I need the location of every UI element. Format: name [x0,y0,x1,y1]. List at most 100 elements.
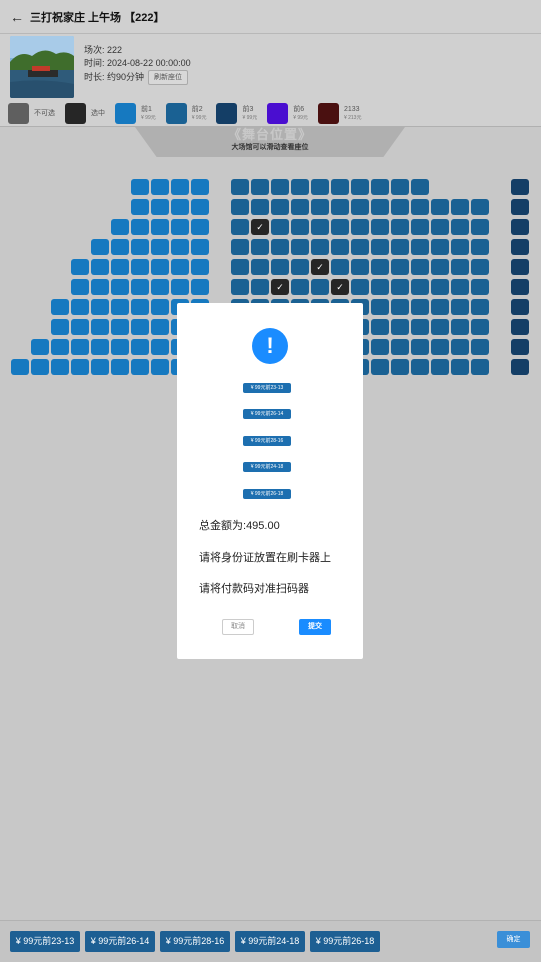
seat[interactable] [91,299,109,315]
seat[interactable] [171,239,189,255]
seat[interactable] [351,239,369,255]
seat[interactable] [391,299,409,315]
seat[interactable] [291,259,309,275]
seat[interactable] [71,299,89,315]
seat[interactable] [371,219,389,235]
seat[interactable] [451,299,469,315]
seat[interactable] [371,359,389,375]
seat[interactable] [51,339,69,355]
seat[interactable] [11,359,29,375]
seat[interactable] [471,259,489,275]
seat[interactable] [291,239,309,255]
seat[interactable] [171,199,189,215]
seat[interactable] [431,279,449,295]
seat[interactable] [151,299,169,315]
seat[interactable] [91,279,109,295]
seat[interactable] [151,279,169,295]
seat[interactable]: ✓ [251,219,269,235]
seat[interactable] [331,219,349,235]
seat[interactable] [511,299,529,315]
seat[interactable] [291,179,309,195]
seat[interactable] [291,199,309,215]
seat[interactable] [91,359,109,375]
seat[interactable] [151,359,169,375]
seat[interactable] [431,199,449,215]
seat[interactable] [471,279,489,295]
selected-ticket-chip[interactable]: ¥ 99元前28-16 [160,931,230,952]
seat[interactable] [131,339,149,355]
seat[interactable] [311,199,329,215]
seat[interactable] [251,179,269,195]
seat[interactable] [431,219,449,235]
seat[interactable] [511,359,529,375]
cancel-button[interactable]: 取消 [222,619,254,635]
seat[interactable] [231,239,249,255]
seat[interactable] [331,239,349,255]
seat[interactable] [351,259,369,275]
seat[interactable] [471,339,489,355]
seat[interactable] [511,239,529,255]
seat[interactable]: ✓ [271,279,289,295]
seat[interactable] [311,179,329,195]
seat[interactable] [131,179,149,195]
seat[interactable] [191,279,209,295]
seat[interactable] [191,239,209,255]
seat[interactable] [271,259,289,275]
seat[interactable] [471,199,489,215]
seat[interactable] [371,179,389,195]
seat[interactable] [311,239,329,255]
seat[interactable] [411,179,429,195]
seat[interactable] [351,219,369,235]
seat[interactable] [431,239,449,255]
selected-ticket-chip[interactable]: ¥ 99元前24-18 [235,931,305,952]
seat[interactable] [291,219,309,235]
seat[interactable] [431,339,449,355]
seat[interactable] [71,279,89,295]
seat[interactable] [391,279,409,295]
seat[interactable] [351,199,369,215]
seat[interactable] [411,199,429,215]
seat[interactable] [391,179,409,195]
seat[interactable] [51,299,69,315]
seat[interactable] [251,199,269,215]
seat[interactable] [111,319,129,335]
seat[interactable] [51,359,69,375]
seat[interactable] [511,319,529,335]
seat[interactable] [191,199,209,215]
seat[interactable] [371,239,389,255]
seat[interactable] [331,179,349,195]
seat[interactable] [111,259,129,275]
seat[interactable] [131,259,149,275]
seat[interactable]: ✓ [331,279,349,295]
seat[interactable] [371,259,389,275]
seat[interactable] [131,199,149,215]
seat[interactable] [271,179,289,195]
seat[interactable] [91,319,109,335]
seat[interactable] [251,239,269,255]
seat[interactable] [271,199,289,215]
seat[interactable] [411,279,429,295]
seat[interactable] [391,239,409,255]
seat[interactable] [131,359,149,375]
seat[interactable] [471,239,489,255]
seat[interactable] [191,179,209,195]
seat[interactable] [171,219,189,235]
seat[interactable] [151,179,169,195]
seat[interactable] [151,199,169,215]
seat[interactable] [391,319,409,335]
seat[interactable] [131,319,149,335]
confirm-button[interactable]: 确定 [497,931,530,948]
seat[interactable] [271,219,289,235]
selected-ticket-chip[interactable]: ¥ 99元前26-18 [310,931,380,952]
seat[interactable] [391,259,409,275]
seat[interactable] [391,359,409,375]
seat[interactable] [111,359,129,375]
seat[interactable] [151,259,169,275]
seat[interactable] [251,279,269,295]
seat[interactable] [231,259,249,275]
seat[interactable] [171,279,189,295]
seat[interactable] [431,259,449,275]
seat[interactable] [471,219,489,235]
seat[interactable] [411,299,429,315]
seat[interactable] [231,279,249,295]
